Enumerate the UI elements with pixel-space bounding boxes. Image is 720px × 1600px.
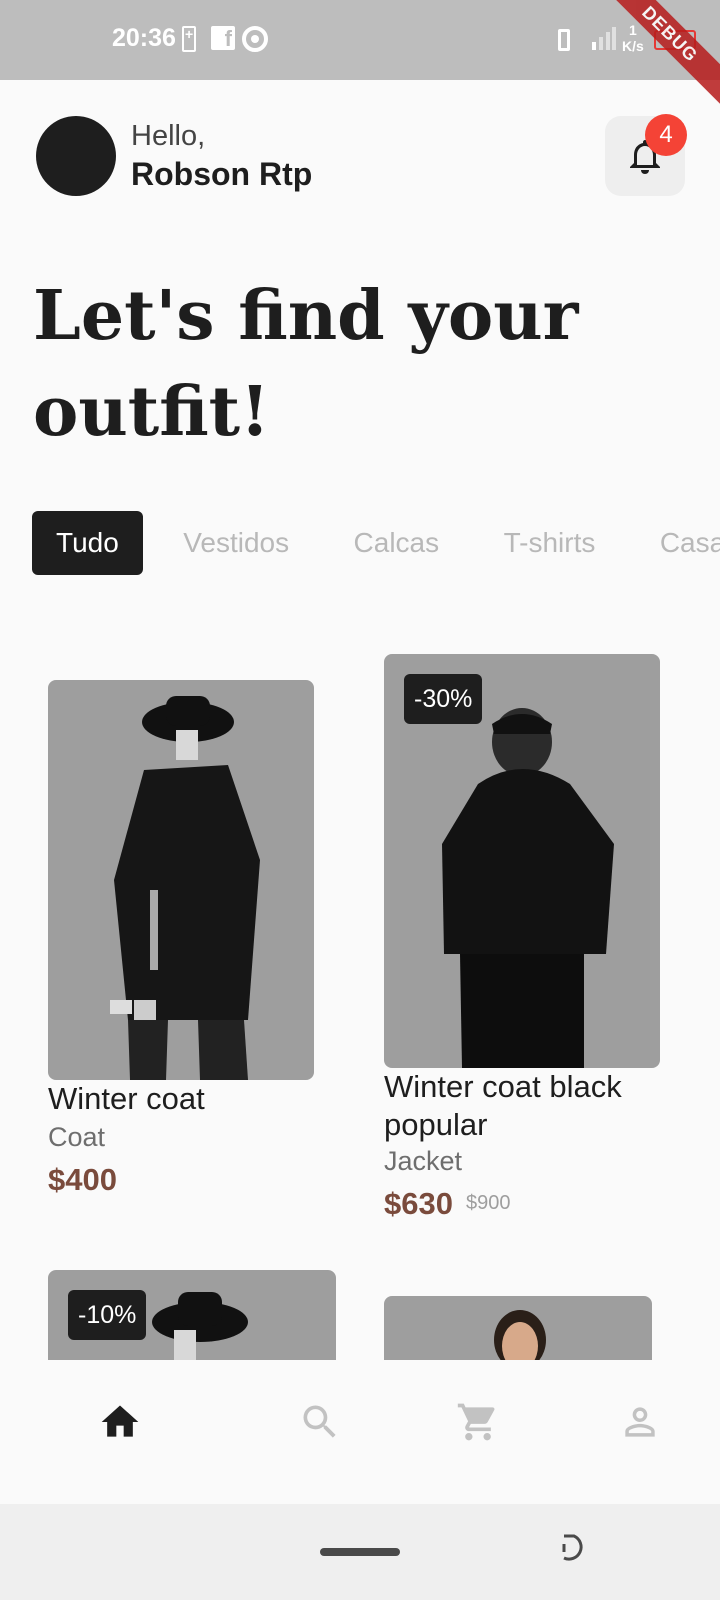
cart-icon[interactable]: [456, 1400, 500, 1444]
signal-icon: [592, 27, 616, 50]
search-icon[interactable]: [298, 1400, 342, 1444]
product-grid: Winter coat Coat $400 -30% Winter coat b…: [0, 620, 720, 1360]
discount-badge: -10%: [68, 1290, 147, 1340]
product-category: Jacket: [384, 1146, 463, 1176]
product-name: Winter coat black popular: [384, 1069, 622, 1142]
avatar[interactable]: [36, 116, 116, 196]
notification-count-badge: 4: [645, 114, 687, 156]
home-icon[interactable]: [98, 1400, 142, 1444]
product-card[interactable]: -30% Winter coat black popular Jacket $6…: [384, 620, 660, 1221]
product-price: $630: [384, 1186, 453, 1221]
category-tab-casacos[interactable]: Casacos: [636, 511, 720, 575]
category-tabs: Tudo Vestidos Calcas T-shirts Casacos: [32, 511, 720, 575]
chrome-icon: [242, 26, 268, 52]
category-tab-tudo[interactable]: Tudo: [32, 511, 143, 575]
system-gesture-bar: [0, 1504, 720, 1600]
product-photo-figure: [110, 696, 260, 1080]
battery-saver-icon: [182, 26, 196, 52]
page-headline: Let's find your outfit!: [33, 276, 579, 452]
profile-icon[interactable]: [618, 1400, 662, 1444]
product-image[interactable]: -10%: [48, 1270, 336, 1360]
product-price: $400: [48, 1162, 117, 1197]
facebook-icon: f: [211, 26, 235, 51]
notifications-button[interactable]: 4: [605, 114, 687, 196]
product-card[interactable]: -10%: [48, 1270, 336, 1360]
category-tab-vestidos[interactable]: Vestidos: [159, 511, 313, 575]
bottom-navigation: [0, 1360, 720, 1504]
category-tab-tshirts[interactable]: T-shirts: [480, 511, 620, 575]
product-image[interactable]: [48, 680, 314, 1080]
category-tab-calcas[interactable]: Calcas: [330, 511, 464, 575]
vibrate-icon: [558, 29, 570, 51]
network-speed: 1 K/s: [622, 22, 644, 54]
status-time: 20:36: [112, 24, 176, 52]
home-gesture-pill[interactable]: [320, 1548, 400, 1556]
network-speed-unit: K/s: [622, 38, 644, 54]
status-bar: 20:36 f 1 K/s: [0, 0, 720, 80]
discount-badge: -30%: [404, 674, 483, 724]
product-card[interactable]: [384, 1296, 652, 1360]
product-image[interactable]: [384, 1296, 652, 1360]
username-text: Robson Rtp: [131, 156, 313, 192]
product-image[interactable]: -30%: [384, 654, 660, 1068]
product-card[interactable]: Winter coat Coat $400: [48, 620, 314, 1200]
product-photo-figure: [494, 1310, 546, 1360]
greeting-text: Hello,: [131, 120, 206, 152]
rotate-screen-icon[interactable]: [558, 1532, 590, 1564]
product-name: Winter coat: [48, 1081, 205, 1116]
product-old-price: $900: [466, 1192, 511, 1214]
product-category: Coat: [48, 1122, 106, 1152]
